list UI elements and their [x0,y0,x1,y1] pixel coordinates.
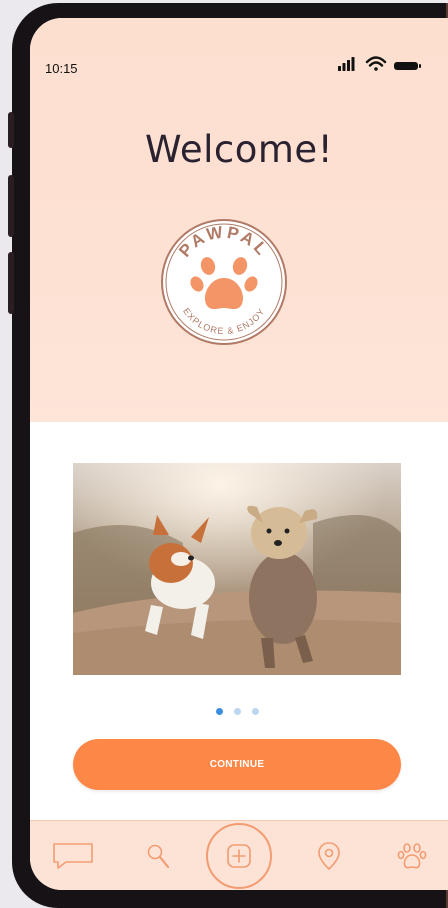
battery-icon [394,62,421,70]
mute-switch [8,112,14,148]
screen: 10:15 Welcome! PAWPAL EXPLORE & ENJOY CO… [30,18,448,890]
carousel-dots [216,708,266,718]
volume-up-button [8,175,14,237]
tab-location[interactable] [314,821,344,890]
carousel-dot[interactable] [252,708,259,715]
carousel-dot-active[interactable] [216,708,223,715]
tab-search[interactable] [138,821,178,890]
volume-down-button [8,252,14,314]
search-icon [147,844,170,869]
dogs-photo [73,463,401,675]
pawpal-logo: PAWPAL EXPLORE & ENJOY [161,219,287,345]
continue-button[interactable]: CONTINUE [73,739,401,790]
plus-icon [206,823,272,889]
wifi-icon [365,56,387,71]
page-title: Welcome! [144,128,334,171]
status-icons [338,56,421,71]
signal-icon [338,57,355,71]
tab-pets[interactable] [392,821,432,890]
status-time: 10:15 [45,61,78,76]
tab-add[interactable] [204,821,274,890]
bottom-tab-bar [30,820,448,890]
tab-chat[interactable] [48,821,98,890]
carousel-dot[interactable] [234,708,241,715]
location-pin-icon [318,842,340,871]
chat-icon [53,843,93,869]
paw-icon [397,843,427,869]
